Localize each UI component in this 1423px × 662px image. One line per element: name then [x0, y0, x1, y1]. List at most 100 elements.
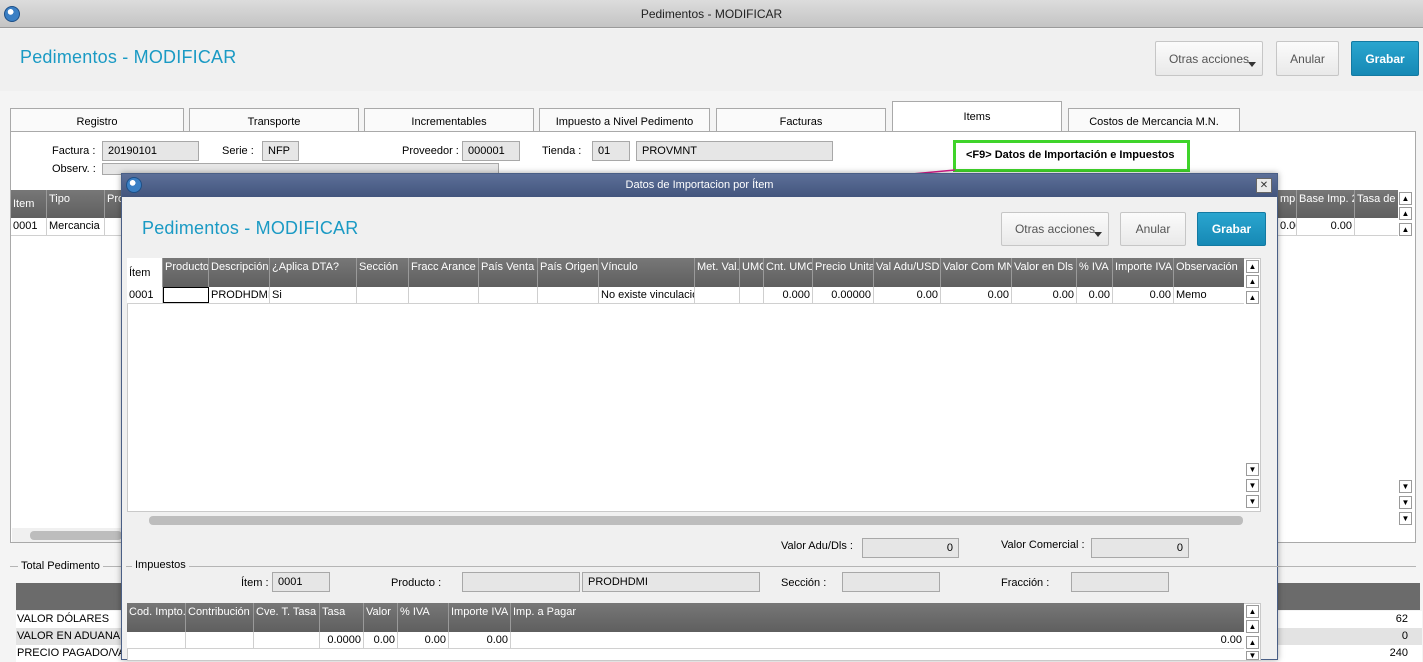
f9-hint-box: <F9> Datos de Importación e Impuestos	[953, 140, 1190, 172]
col-valor: Valor	[364, 603, 398, 632]
otras-acciones-button[interactable]: Otras acciones	[1155, 41, 1263, 76]
dialog-grabar-button[interactable]: Grabar	[1197, 212, 1266, 246]
impuestos-fraccion-field[interactable]	[1071, 572, 1169, 592]
impuestos-grid-header: Cod. Impto. Contribución Cve. T. Tasa Ta…	[127, 603, 1244, 632]
scroll-page-up-icon[interactable]: ▲	[1246, 620, 1259, 633]
col-val-adu-usd: Val Adu/USD	[874, 258, 941, 287]
factura-field[interactable]: 20190101	[102, 141, 199, 161]
col-fracc-arance: Fracc Arance	[409, 258, 479, 287]
impuestos-item-label: Ítem :	[241, 577, 269, 589]
cell-valor-com-mn: 0.00	[941, 287, 1012, 303]
scroll-page-up-icon[interactable]: ▲	[1246, 275, 1259, 288]
serie-field[interactable]: NFP	[262, 141, 299, 161]
tab-facturas[interactable]: Facturas	[716, 108, 886, 132]
impuestos-seccion-field[interactable]	[842, 572, 940, 592]
impuestos-fraccion-label: Fracción :	[1001, 577, 1050, 589]
col-producto: Pro	[107, 193, 121, 205]
scroll-bottom-icon[interactable]: ▼	[1246, 495, 1259, 508]
tienda-name-field[interactable]: PROVMNT	[636, 141, 833, 161]
cell-val-adu-usd: 0.00	[874, 287, 941, 303]
scroll-up-icon[interactable]: ▲	[1246, 291, 1259, 304]
tab-items[interactable]: Items	[892, 101, 1062, 133]
scroll-page-down-icon[interactable]: ▼	[1399, 496, 1412, 509]
proveedor-label: Proveedor :	[402, 145, 459, 157]
col-tasa: Tasa de	[1357, 193, 1396, 205]
dialog-title: Datos de Importacion por Ítem	[625, 179, 774, 191]
scroll-top-icon[interactable]: ▲	[1246, 605, 1259, 618]
table-row[interactable]: 0.0000 0.00 0.00 0.00 0.00	[127, 632, 1244, 649]
impuestos-seccion-label: Sección :	[781, 577, 827, 589]
observ-label: Observ. :	[52, 163, 96, 175]
cell-producto[interactable]	[163, 287, 209, 303]
tab-registro[interactable]: Registro	[10, 108, 184, 132]
cell-descripcion: PRODHDMI	[211, 287, 270, 303]
scroll-thumb[interactable]	[149, 516, 1243, 525]
cell-valor: 0.00	[364, 632, 398, 648]
page-title: Pedimentos - MODIFICAR	[20, 47, 237, 67]
col-pct-iva: % IVA	[1077, 258, 1113, 287]
impuestos-item-field[interactable]: 0001	[272, 572, 330, 592]
dialog-otras-acciones-button[interactable]: Otras acciones	[1001, 212, 1109, 246]
cell-contribucion	[186, 632, 254, 648]
col-importe-iva: Importe IVA	[1113, 258, 1174, 287]
impuestos-divider	[126, 566, 1278, 567]
tab-incrementables[interactable]: Incrementables	[364, 108, 534, 132]
cell-item: 0001	[11, 218, 47, 235]
proveedor-field[interactable]: 000001	[462, 141, 520, 161]
col-importe-iva: Importe IVA	[449, 603, 511, 632]
grabar-button[interactable]: Grabar	[1351, 41, 1419, 76]
scroll-bottom-icon[interactable]: ▼	[1399, 512, 1412, 525]
cell-vinculo: No existe vinculació	[601, 287, 695, 303]
scroll-top-icon[interactable]: ▲	[1246, 260, 1259, 273]
chevron-down-icon	[1248, 62, 1256, 67]
app-icon	[126, 177, 142, 193]
main-horizontal-scrollbar[interactable]	[12, 528, 122, 542]
scroll-up-icon[interactable]: ▲	[1246, 636, 1259, 649]
dialog-anular-button[interactable]: Anular	[1120, 212, 1186, 246]
cell-aplica-dta: Si	[270, 287, 357, 303]
col-cnt-umc: Cnt. UMC	[764, 258, 813, 287]
table-row[interactable]: 0001 Mercancia	[11, 218, 121, 236]
valor-comercial-field[interactable]: 0	[1091, 538, 1189, 558]
dialog-page-title: Pedimentos - MODIFICAR	[142, 218, 359, 238]
cell-tipo: Mercancia	[47, 218, 105, 235]
col-umc: UMC	[740, 258, 764, 287]
cell-tasa: 0.0000	[320, 632, 364, 648]
tab-impuesto-nivel-pedimento[interactable]: Impuesto a Nivel Pedimento	[539, 108, 710, 132]
tab-costos-mercancia[interactable]: Costos de Mercancia M.N.	[1068, 108, 1240, 132]
scroll-down-icon[interactable]: ▼	[1246, 463, 1259, 476]
cell-pct-iva: 0.00	[398, 632, 449, 648]
scroll-page-down-icon[interactable]: ▼	[1246, 479, 1259, 492]
dialog-horizontal-scrollbar[interactable]	[127, 513, 1261, 527]
scroll-thumb[interactable]	[30, 531, 122, 540]
window-title: Pedimentos - MODIFICAR	[640, 7, 783, 21]
col-tipo: Tipo	[47, 190, 105, 218]
dialog-grid-header: Ítem Producto Descripción ¿Aplica DTA? S…	[127, 258, 1244, 287]
scroll-page-up-icon[interactable]: ▲	[1399, 207, 1412, 220]
scroll-down-icon[interactable]: ▼	[1399, 480, 1412, 493]
table-row[interactable]: 0001 PRODHDMI Si No existe vinculació 0.…	[127, 287, 1244, 304]
col-seccion: Sección	[357, 258, 409, 287]
col-base-imp1: mp1	[1278, 190, 1297, 218]
col-vinculo: Vínculo	[599, 258, 695, 287]
close-icon[interactable]: ✕	[1256, 178, 1272, 193]
col-pais-origen: País Origen	[538, 258, 599, 287]
col-tasa: Tasa	[320, 603, 364, 632]
tienda-field[interactable]: 01	[592, 141, 630, 161]
cell-base-imp2: 0.00	[1297, 218, 1355, 235]
scroll-top-icon[interactable]: ▲	[1399, 192, 1412, 205]
app-icon	[4, 6, 20, 22]
col-cod-impto: Cod. Impto.	[127, 603, 186, 632]
anular-button[interactable]: Anular	[1276, 41, 1339, 76]
scroll-down-icon[interactable]: ▼	[1246, 651, 1259, 660]
valor-adu-field[interactable]: 0	[862, 538, 959, 558]
scroll-up-icon[interactable]: ▲	[1399, 223, 1412, 236]
main-grid-header: Item Tipo Pro	[11, 190, 121, 218]
tab-transporte[interactable]: Transporte	[189, 108, 359, 132]
cell-observacion: Memo	[1176, 289, 1207, 301]
table-row-right[interactable]: 0.00 0.00	[1278, 218, 1398, 236]
cell-precio-unita: 0.00000	[813, 287, 874, 303]
chevron-down-icon	[1094, 232, 1102, 237]
impuestos-producto-field[interactable]: PRODHDMI	[582, 572, 760, 592]
impuestos-producto-code-field[interactable]	[462, 572, 580, 592]
